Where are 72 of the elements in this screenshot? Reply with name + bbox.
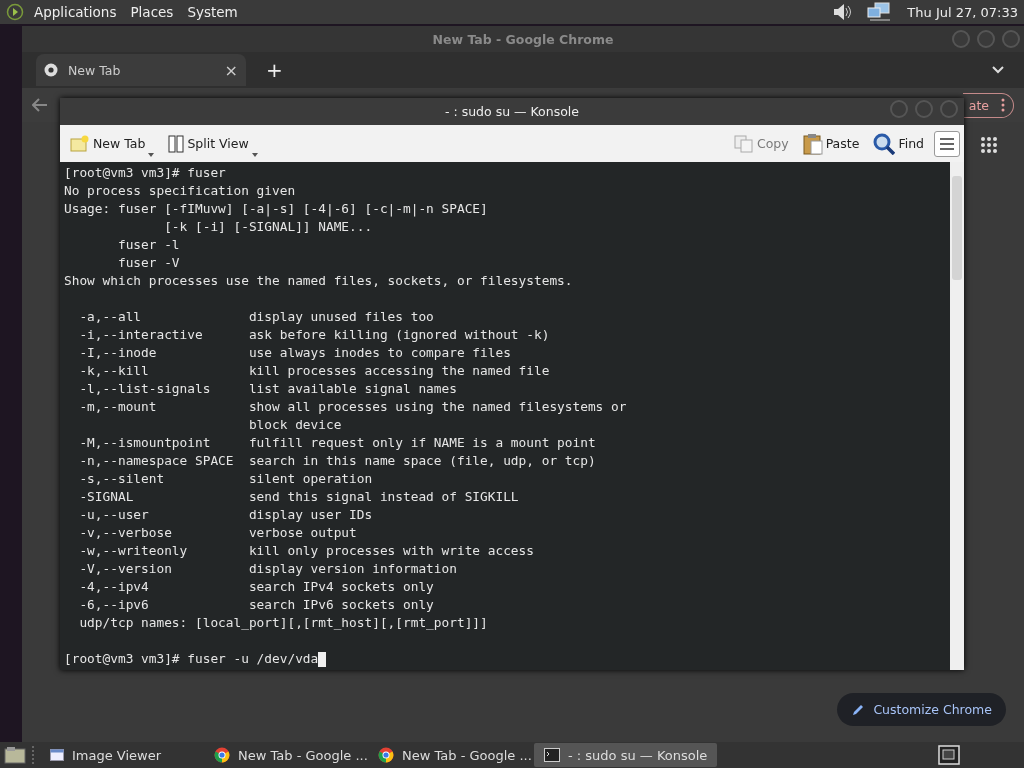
split-button[interactable]: Split View: [164, 132, 262, 155]
apps-grid-icon[interactable]: [980, 136, 998, 154]
terminal-line: -w,--writeonly kill only processes with write access: [78, 542, 535, 560]
window-title: New Tab - Google Chrome: [432, 31, 614, 47]
split-view-icon: [168, 134, 185, 153]
panel-menu[interactable]: System: [187, 4, 238, 20]
terminal-line: -a,--all display unused files too: [78, 308, 435, 326]
chrome-icon: [214, 747, 230, 763]
terminal-line: [root@vm3 vm3]# fuser: [64, 164, 227, 182]
terminal-line: -6,--ipv6 search IPv6 sockets only: [78, 596, 435, 614]
terminal-line: -s,--silent silent operation: [78, 470, 374, 488]
dropdown-icon: [148, 153, 155, 158]
copy-icon: [733, 134, 754, 153]
new-tab-button[interactable]: New Tab: [66, 132, 159, 155]
terminal-line: fuser -l: [116, 236, 181, 254]
terminal-line: No process specification given: [64, 182, 297, 200]
terminal-line: Usage: fuser [-fIMuvw] [-a|-s] [-4|-6] [-c|-m|-n SPACE]: [64, 200, 489, 218]
menu-icon: [939, 136, 955, 151]
terminal-line: block device: [247, 416, 343, 434]
terminal-line: -SIGNAL send this signal instead of SIGKILL: [78, 488, 520, 506]
close-tab-button[interactable]: ×: [224, 60, 238, 80]
find-button[interactable]: Find: [869, 130, 928, 157]
window-control[interactable]: [977, 30, 995, 48]
back-icon[interactable]: [32, 98, 48, 112]
menu-button[interactable]: [934, 130, 960, 157]
window-title: - : sudo su — Konsole: [445, 104, 579, 120]
terminal-line: -M,--ismountpoint fulfill request only if NAME is a mount point: [78, 434, 597, 452]
terminal-line: [root@vm3 vm3]# fuser -u /dev/vda: [64, 650, 319, 668]
terminal-line: -u,--user display user IDs: [78, 506, 374, 524]
browser-tab[interactable]: New Tab ×: [36, 54, 246, 86]
show-desktop-icon[interactable]: [4, 746, 26, 764]
terminal-line: -l,--list-signals list available signal names: [78, 380, 458, 398]
terminal-line: -k,--kill kill processes accessing the named file: [78, 362, 551, 380]
speaker-icon[interactable]: [831, 2, 854, 22]
dropdown-icon: [251, 153, 258, 158]
search-icon: [873, 132, 896, 155]
scrollbar[interactable]: [950, 162, 964, 670]
taskbar-item[interactable]: - : sudo su — Konsole: [534, 743, 718, 767]
chevron-icon[interactable]: [992, 66, 1004, 74]
new-tab-button[interactable]: +: [266, 58, 283, 82]
clock[interactable]: Thu Jul 27, 07:33: [907, 4, 1018, 20]
taskbar-item[interactable]: Image Viewer: [42, 743, 200, 767]
chrome-icon: [44, 63, 58, 77]
network-icon[interactable]: [867, 2, 892, 22]
terminal-line: Show which processes use the named files, sockets, or filesystems.: [64, 272, 574, 290]
text-cursor: [318, 651, 327, 667]
clipboard-icon: [802, 132, 823, 155]
customize-chrome-button[interactable]: Customize Chrome: [837, 693, 1006, 726]
logo-icon[interactable]: [6, 3, 24, 21]
window-control[interactable]: [952, 30, 970, 48]
panel-menu[interactable]: Applications: [34, 4, 117, 20]
terminal-line: -i,--interactive ask before killing (ignored without -k): [78, 326, 551, 344]
terminal-line: -V,--version display version information: [78, 560, 458, 578]
terminal-line: fuser -V: [116, 254, 181, 272]
terminal-line: -n,--namespace SPACE search in this name space (file, udp, or tcp): [78, 452, 597, 470]
pencil-icon: [851, 702, 866, 717]
chrome-icon: [378, 747, 394, 763]
terminal-line: udp/tcp names: [local_port][,[rmt_host][,[rmt_port]]]: [78, 614, 489, 632]
new-tab-icon: [70, 134, 90, 153]
terminal-line: -I,--inode use always inodes to compare files: [78, 344, 512, 362]
panel-menu[interactable]: Places: [130, 4, 174, 20]
scrollbar-thumb[interactable]: [952, 176, 962, 280]
terminal-line: -4,--ipv4 search IPv4 sockets only: [78, 578, 435, 596]
window-icon: [50, 749, 64, 761]
more-icon: [1001, 98, 1005, 112]
terminal-line: -m,--mount show all processes using the named filesystems or: [78, 398, 628, 416]
window-control[interactable]: [1002, 30, 1020, 48]
terminal-icon: [544, 748, 560, 762]
terminal-line: -v,--verbose verbose output: [78, 524, 358, 542]
terminal-line: [-k [-i] [-SIGNAL]] NAME...: [163, 218, 374, 236]
paste-button[interactable]: Paste: [798, 130, 864, 157]
workspace-icon[interactable]: [938, 745, 960, 765]
